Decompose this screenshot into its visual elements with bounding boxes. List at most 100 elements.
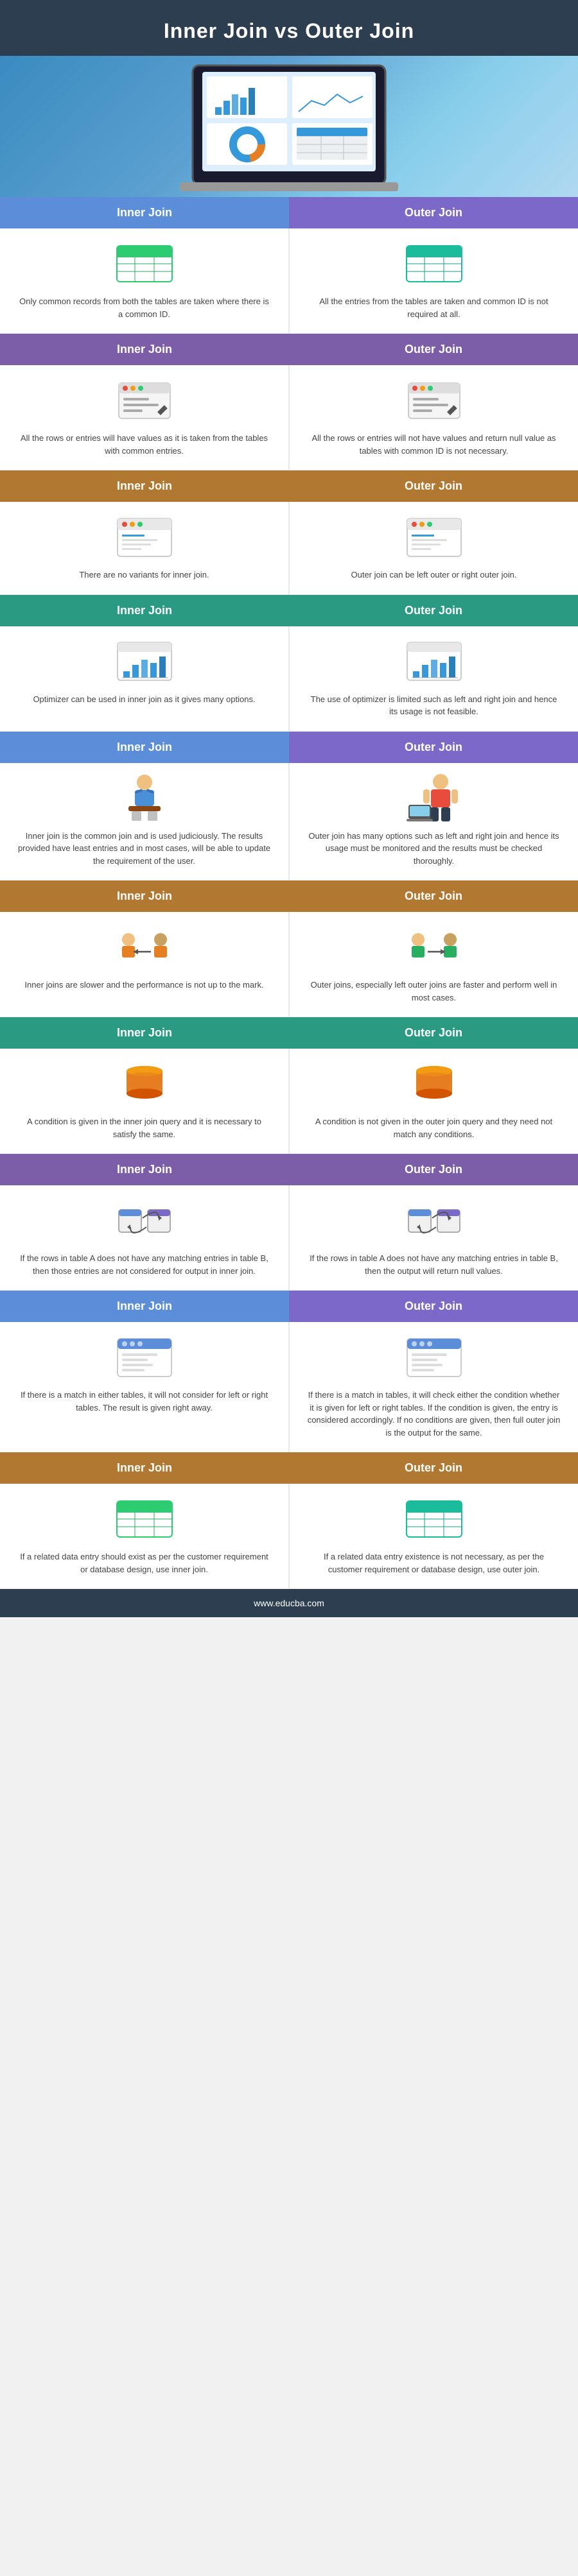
section-content-2: There are no variants for inner join. Ou… [0,502,578,595]
inner-content-5: Inner joins are slower and the performan… [0,912,290,1017]
outer-join-header-0: Outer Join [289,197,578,228]
laptop-illustration [180,59,398,194]
inner-join-header-7: Inner Join [0,1154,289,1185]
section-content-1: All the rows or entries will have values… [0,365,578,470]
outer-icon-6 [402,1061,466,1106]
section-header-0: Inner Join Outer Join [0,197,578,228]
outer-icon-0 [402,241,466,286]
outer-text-1: All the rows or entries will not have va… [306,432,562,457]
inner-join-header-9: Inner Join [0,1452,289,1484]
inner-content-7: If the rows in table A does not have any… [0,1185,290,1291]
outer-text-6: A condition is not given in the outer jo… [306,1115,562,1140]
section-header-7: Inner Join Outer Join [0,1154,578,1185]
footer-text: www.educba.com [254,1598,324,1608]
page-header: Inner Join vs Outer Join [0,0,578,56]
inner-content-6: A condition is given in the inner join q… [0,1049,290,1154]
section-content-5: Inner joins are slower and the performan… [0,912,578,1017]
inner-content-0: Only common records from both the tables… [0,228,290,334]
inner-content-8: If there is a match in either tables, it… [0,1322,290,1452]
inner-icon-4 [112,776,177,821]
outer-join-header-7: Outer Join [289,1154,578,1185]
outer-icon-3 [402,639,466,684]
outer-text-7: If the rows in table A does not have any… [306,1252,562,1277]
outer-join-header-2: Outer Join [289,470,578,502]
inner-join-header-8: Inner Join [0,1291,289,1322]
inner-text-1: All the rows or entries will have values… [16,432,272,457]
inner-join-header-1: Inner Join [0,334,289,365]
outer-content-4: Outer join has many options such as left… [290,763,578,881]
inner-icon-2 [112,515,177,560]
inner-icon-7 [112,1198,177,1243]
inner-join-header-2: Inner Join [0,470,289,502]
inner-icon-5 [112,925,177,970]
inner-text-0: Only common records from both the tables… [16,295,272,320]
inner-text-6: A condition is given in the inner join q… [16,1115,272,1140]
outer-text-2: Outer join can be left outer or right ou… [351,569,517,581]
inner-join-header-5: Inner Join [0,880,289,912]
inner-content-3: Optimizer can be used in inner join as i… [0,626,290,732]
outer-join-header-5: Outer Join [289,880,578,912]
inner-text-7: If the rows in table A does not have any… [16,1252,272,1277]
outer-text-0: All the entries from the tables are take… [306,295,562,320]
section-content-3: Optimizer can be used in inner join as i… [0,626,578,732]
outer-join-header-8: Outer Join [289,1291,578,1322]
section-content-4: Inner join is the common join and is use… [0,763,578,881]
inner-text-3: Optimizer can be used in inner join as i… [33,693,255,706]
inner-text-2: There are no variants for inner join. [79,569,209,581]
inner-text-9: If a related data entry should exist as … [16,1550,272,1576]
inner-icon-9 [112,1497,177,1541]
outer-text-4: Outer join has many options such as left… [306,830,562,868]
section-header-3: Inner Join Outer Join [0,595,578,626]
inner-join-header-3: Inner Join [0,595,289,626]
inner-icon-3 [112,639,177,684]
section-content-6: A condition is given in the inner join q… [0,1049,578,1154]
outer-text-9: If a related data entry existence is not… [306,1550,562,1576]
outer-content-7: If the rows in table A does not have any… [290,1185,578,1291]
outer-content-3: The use of optimizer is limited such as … [290,626,578,732]
section-header-2: Inner Join Outer Join [0,470,578,502]
inner-content-1: All the rows or entries will have values… [0,365,290,470]
inner-text-4: Inner join is the common join and is use… [16,830,272,868]
inner-text-5: Inner joins are slower and the performan… [24,979,263,992]
outer-join-header-4: Outer Join [289,732,578,763]
outer-content-6: A condition is not given in the outer jo… [290,1049,578,1154]
outer-join-header-1: Outer Join [289,334,578,365]
outer-join-header-6: Outer Join [289,1017,578,1049]
outer-text-8: If there is a match in tables, it will c… [306,1389,562,1439]
page-title: Inner Join vs Outer Join [13,19,565,43]
inner-join-header-4: Inner Join [0,732,289,763]
inner-content-9: If a related data entry should exist as … [0,1484,290,1589]
section-header-5: Inner Join Outer Join [0,880,578,912]
inner-content-2: There are no variants for inner join. [0,502,290,595]
inner-icon-1 [112,378,177,423]
outer-icon-2 [402,515,466,560]
outer-content-5: Outer joins, especially left outer joins… [290,912,578,1017]
outer-content-2: Outer join can be left outer or right ou… [290,502,578,595]
inner-icon-6 [112,1061,177,1106]
hero-image [0,56,578,197]
inner-content-4: Inner join is the common join and is use… [0,763,290,881]
outer-text-5: Outer joins, especially left outer joins… [306,979,562,1004]
outer-icon-1 [402,378,466,423]
outer-content-1: All the rows or entries will not have va… [290,365,578,470]
inner-text-8: If there is a match in either tables, it… [16,1389,272,1414]
outer-icon-7 [402,1198,466,1243]
inner-icon-0 [112,241,177,286]
outer-join-header-9: Outer Join [289,1452,578,1484]
outer-content-9: If a related data entry existence is not… [290,1484,578,1589]
section-content-7: If the rows in table A does not have any… [0,1185,578,1291]
section-content-9: If a related data entry should exist as … [0,1484,578,1589]
section-header-1: Inner Join Outer Join [0,334,578,365]
inner-join-header-6: Inner Join [0,1017,289,1049]
outer-join-header-3: Outer Join [289,595,578,626]
section-content-0: Only common records from both the tables… [0,228,578,334]
outer-content-0: All the entries from the tables are take… [290,228,578,334]
sections-container: Inner Join Outer Join Only common record… [0,197,578,1589]
outer-text-3: The use of optimizer is limited such as … [306,693,562,718]
section-content-8: If there is a match in either tables, it… [0,1322,578,1452]
outer-icon-8 [402,1335,466,1380]
inner-join-header-0: Inner Join [0,197,289,228]
outer-icon-5 [402,925,466,970]
outer-icon-9 [402,1497,466,1541]
inner-icon-8 [112,1335,177,1380]
